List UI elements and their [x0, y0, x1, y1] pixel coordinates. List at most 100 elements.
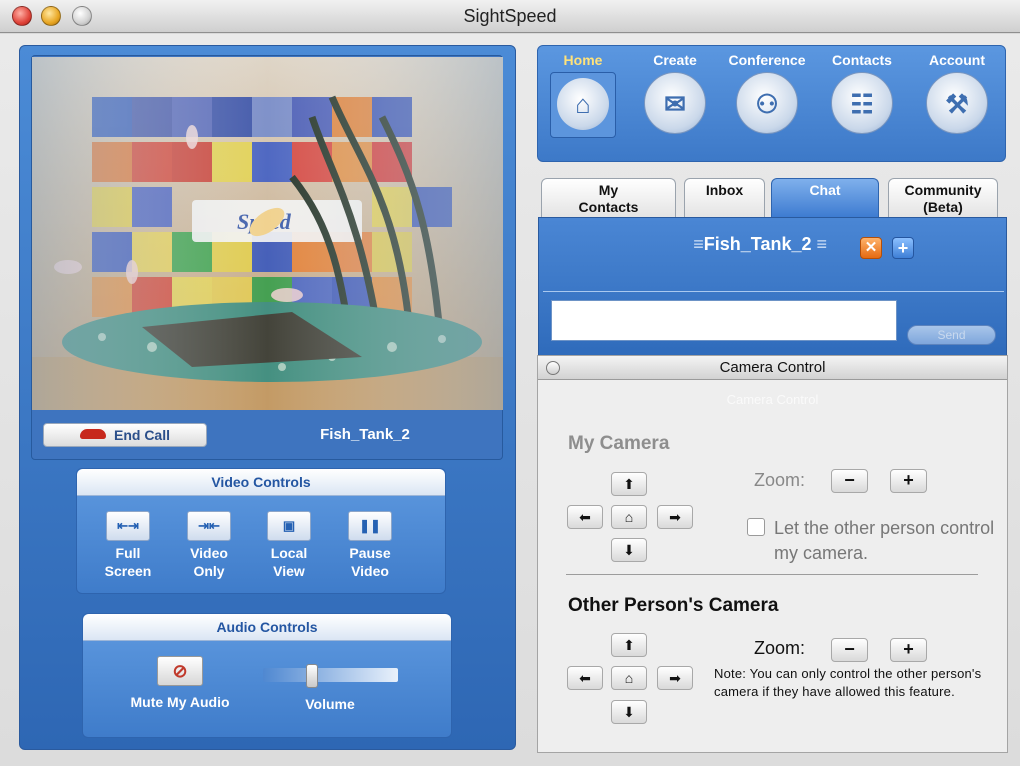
title-bar: SightSpeed [0, 0, 1020, 33]
audio-controls-group: Audio Controls ⊘ Mute My Audio Volume [82, 613, 452, 738]
allow-control-label: Let the other person control my camera. [774, 518, 995, 563]
tools-icon: ⚒ [926, 72, 988, 134]
main-navigation: Home ⌂ Create ✉ Conference ⚇ Contacts ☷ … [537, 45, 1006, 162]
video-controls-title: Video Controls [77, 469, 445, 496]
pause-icon: ❚❚ [348, 511, 392, 541]
nav-account[interactable]: Account ⚒ [912, 52, 1002, 134]
other-camera-heading: Other Person's Camera [568, 595, 779, 616]
window-title: SightSpeed [463, 6, 557, 26]
video-only-icon: ⇥⇤ [187, 511, 231, 541]
tab-community[interactable]: Community (Beta) [888, 178, 998, 218]
arrow-left-icon: ⬅ [579, 509, 591, 525]
tab-my-contacts-label-2: Contacts [578, 199, 639, 215]
nav-create[interactable]: Create ✉ [630, 52, 720, 134]
tab-community-label-2: (Beta) [923, 199, 963, 215]
other-camera-home-button[interactable]: ⌂ [611, 666, 647, 690]
local-view-label-1: Local [270, 545, 308, 561]
other-camera-zoom-label: Zoom: [754, 638, 806, 658]
nav-contacts-label: Contacts [832, 52, 892, 68]
chat-message-input[interactable] [551, 300, 897, 341]
other-camera-zoom-out-button[interactable]: − [831, 638, 868, 662]
full-screen-button[interactable]: ⇤⇥ Full Screen [93, 511, 163, 580]
my-camera-home-button[interactable]: ⌂ [611, 505, 647, 529]
arrow-up-icon: ⬆ [623, 476, 635, 492]
other-camera-up-button[interactable]: ⬆ [611, 633, 647, 657]
home-icon: ⌂ [624, 509, 634, 525]
tab-inbox[interactable]: Inbox [684, 178, 765, 218]
arrow-left-icon: ⬅ [579, 670, 591, 686]
chat-contact-title: ≡Fish_Tank_2 ≡ [693, 234, 827, 254]
plus-icon: + [903, 470, 914, 490]
volume-control: Volume [255, 662, 405, 712]
other-camera-right-button[interactable]: ➡ [657, 666, 693, 690]
nav-conference[interactable]: Conference ⚇ [722, 52, 812, 134]
arrow-right-icon: ➡ [669, 670, 681, 686]
other-camera-zoom-in-button[interactable]: + [890, 638, 927, 662]
add-participant-button[interactable]: + [892, 237, 914, 259]
chat-contact-name: Fish_Tank_2 [703, 234, 812, 254]
my-camera-right-button[interactable]: ➡ [657, 505, 693, 529]
video-only-label-1: Video [190, 545, 228, 561]
fullscreen-icon: ⇤⇥ [106, 511, 150, 541]
full-screen-label-1: Full [115, 545, 141, 561]
minus-icon: − [844, 470, 855, 490]
my-camera-down-button[interactable]: ⬇ [611, 538, 647, 562]
chat-divider [543, 291, 1004, 292]
send-button[interactable]: Send [907, 325, 996, 345]
fish-tank-video-image: Speed [32, 57, 503, 410]
end-call-label: End Call [113, 427, 170, 443]
local-view-button[interactable]: ▣ Local View [254, 511, 324, 580]
close-panel-button[interactable] [546, 361, 560, 375]
plus-icon: + [903, 639, 914, 659]
muted-microphone-icon: ⊘ [157, 656, 203, 686]
full-screen-label-2: Screen [104, 563, 152, 579]
mute-audio-button[interactable]: ⊘ Mute My Audio [105, 656, 255, 710]
arrow-down-icon: ⬇ [623, 542, 635, 558]
camera-control-ghost-title: Camera Control [726, 392, 819, 407]
webcam-mail-icon: ✉ [644, 72, 706, 134]
video-controls-group: Video Controls ⇤⇥ Full Screen ⇥⇤ Video O… [76, 468, 446, 594]
my-camera-heading: My Camera [568, 433, 670, 454]
other-camera-note: Note: You can only control the other per… [714, 666, 982, 699]
my-camera-zoom-out-button[interactable]: − [831, 469, 868, 493]
arrow-up-icon: ⬆ [623, 637, 635, 653]
phone-hangup-icon [79, 429, 106, 440]
home-icon: ⌂ [624, 670, 634, 686]
arrow-down-icon: ⬇ [623, 704, 635, 720]
nav-home-label: Home [563, 52, 603, 68]
volume-label: Volume [305, 696, 355, 712]
tab-chat[interactable]: Chat [771, 178, 879, 218]
my-camera-zoom-in-button[interactable]: + [890, 469, 927, 493]
other-camera-left-button[interactable]: ⬅ [567, 666, 603, 690]
tab-community-label-1: Community [904, 182, 982, 198]
nav-home[interactable]: Home ⌂ [538, 52, 628, 138]
minus-icon: − [844, 639, 855, 659]
camera-section-divider [566, 574, 978, 575]
local-view-label-2: View [273, 563, 305, 579]
volume-slider[interactable] [262, 664, 398, 688]
other-camera-down-button[interactable]: ⬇ [611, 700, 647, 724]
pause-video-button[interactable]: ❚❚ Pause Video [335, 511, 405, 580]
audio-controls-title: Audio Controls [83, 614, 451, 641]
video-only-button[interactable]: ⇥⇤ Video Only [174, 511, 244, 580]
nav-create-label: Create [653, 52, 697, 68]
my-camera-up-button[interactable]: ⬆ [611, 472, 647, 496]
my-camera-left-button[interactable]: ⬅ [567, 505, 603, 529]
volume-slider-knob[interactable] [305, 664, 318, 688]
pause-video-label-1: Pause [349, 545, 391, 561]
my-camera-zoom-label: Zoom: [754, 470, 806, 490]
camera-control-window: Camera Control Camera Control My Camera … [537, 355, 1008, 753]
tab-chat-label: Chat [809, 182, 841, 198]
remote-video-feed[interactable]: Speed [32, 57, 503, 410]
caller-name: Fish_Tank_2 [320, 426, 410, 443]
allow-control-checkbox[interactable] [747, 518, 765, 536]
tab-inbox-label: Inbox [705, 182, 744, 198]
nav-contacts[interactable]: Contacts ☷ [817, 52, 907, 134]
close-chat-button[interactable]: ✕ [860, 237, 882, 259]
end-call-button[interactable]: End Call [43, 423, 207, 447]
video-only-label-2: Only [193, 563, 225, 579]
people-icon: ⚇ [736, 72, 798, 134]
home-icon: ⌂ [550, 72, 616, 138]
camera-control-titlebar: Camera Control [538, 356, 1007, 380]
tab-my-contacts[interactable]: My Contacts [541, 178, 676, 218]
